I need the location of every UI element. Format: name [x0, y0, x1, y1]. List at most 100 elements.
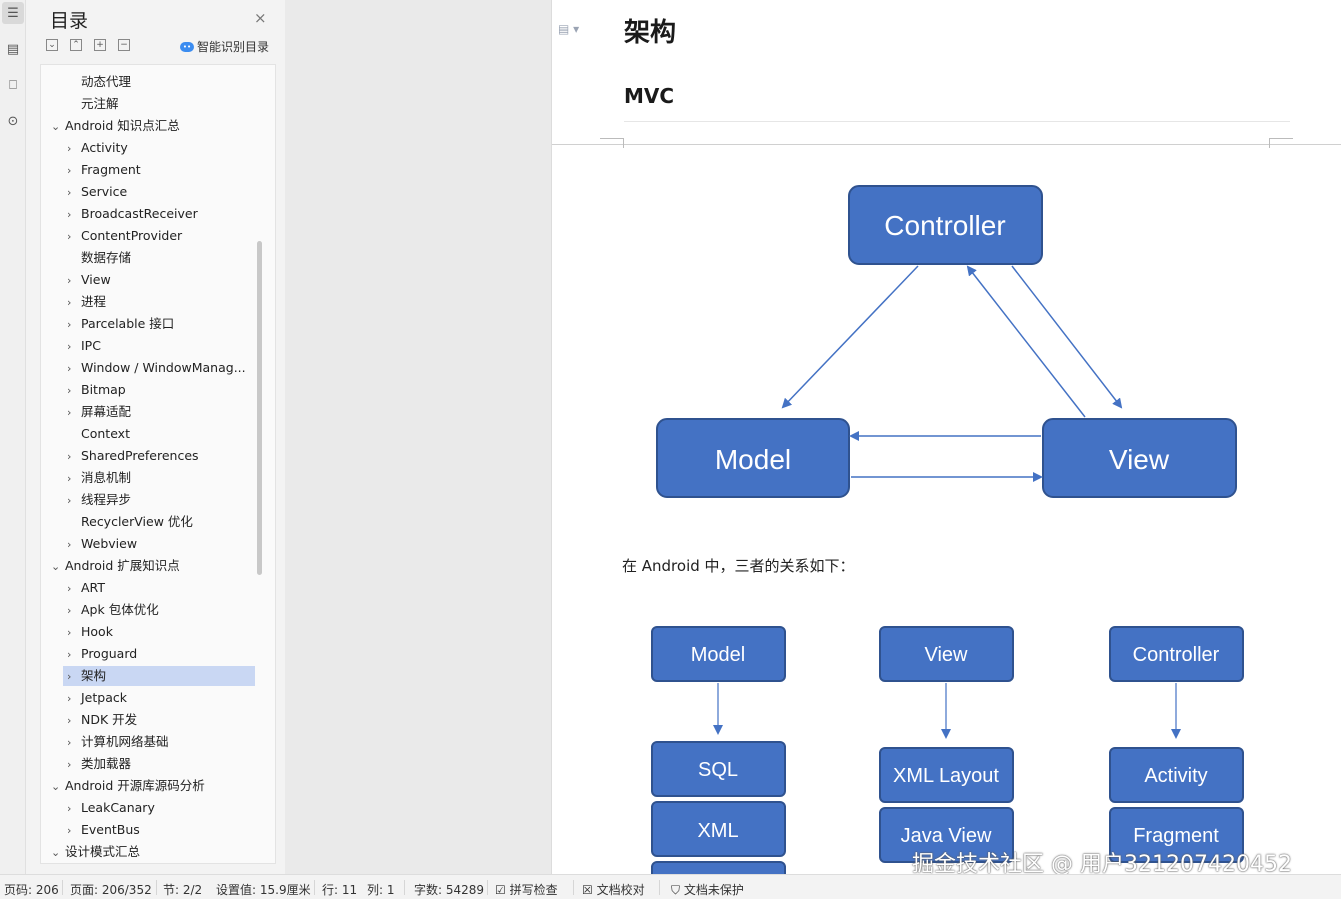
- chevron-right-icon[interactable]: ›: [67, 601, 81, 621]
- fragment-label: Fragment: [1133, 825, 1219, 847]
- outline-item[interactable]: › Bitmap: [67, 380, 126, 400]
- proofread-icon: ☒: [582, 883, 593, 897]
- chevron-right-icon[interactable]: ›: [67, 381, 81, 401]
- outline-item[interactable]: ⌄ Android 扩展知识点: [51, 556, 180, 576]
- outline-item[interactable]: › View: [67, 270, 111, 290]
- outline-item-label: Window / WindowManag...: [81, 360, 246, 375]
- chevron-right-icon[interactable]: ›: [67, 667, 81, 687]
- outline-icon[interactable]: ☰: [2, 2, 24, 24]
- chevron-right-icon[interactable]: ›: [67, 359, 81, 379]
- outline-item[interactable]: ⌄ 设计模式汇总: [51, 842, 140, 862]
- chevron-right-icon[interactable]: ›: [67, 403, 81, 423]
- chevron-right-icon[interactable]: ›: [67, 183, 81, 203]
- outline-item-label: 设计模式汇总: [65, 844, 141, 859]
- outline-item[interactable]: 数据存储: [67, 248, 131, 268]
- outline-item[interactable]: › Hook: [67, 622, 113, 642]
- outline-item[interactable]: › 类加载器: [67, 754, 131, 774]
- outline-item[interactable]: › 屏幕适配: [67, 402, 131, 422]
- outline-item[interactable]: ⌄ Android 开源库源码分析: [51, 776, 205, 796]
- expand-all-icon[interactable]: ⌄: [46, 39, 58, 51]
- outline-item-label: 线程异步: [81, 492, 132, 507]
- outline-item[interactable]: › 进程: [67, 292, 106, 312]
- outline-item[interactable]: › Proguard: [67, 644, 137, 664]
- outline-item[interactable]: › Fragment: [67, 160, 141, 180]
- chapter-icon[interactable]: ▤: [2, 38, 24, 60]
- outline-item[interactable]: › EventBus: [67, 820, 140, 840]
- outline-item[interactable]: › Activity: [67, 138, 128, 158]
- add-heading-icon[interactable]: +: [94, 39, 106, 51]
- remove-heading-icon[interactable]: −: [118, 39, 130, 51]
- chevron-right-icon[interactable]: ›: [67, 227, 81, 247]
- outline-item[interactable]: › SharedPreferences: [67, 446, 199, 466]
- spell-check-button[interactable]: ☑ 拼写检查: [495, 881, 558, 898]
- chevron-right-icon[interactable]: ›: [67, 491, 81, 511]
- chevron-right-icon[interactable]: ›: [67, 689, 81, 709]
- chevron-right-icon[interactable]: ›: [67, 579, 81, 599]
- outline-item[interactable]: Context: [67, 424, 130, 444]
- outline-item-label: IPC: [81, 338, 101, 353]
- outline-item[interactable]: › BroadcastReceiver: [67, 204, 198, 224]
- close-icon[interactable]: ×: [254, 9, 267, 27]
- outline-item[interactable]: › Window / WindowManag...: [67, 358, 246, 378]
- outline-item[interactable]: 动态代理: [67, 72, 131, 92]
- chevron-right-icon[interactable]: ›: [67, 161, 81, 181]
- status-page[interactable]: 页面: 206/352: [70, 881, 152, 898]
- outline-item[interactable]: › ContentProvider: [67, 226, 182, 246]
- chevron-right-icon[interactable]: ›: [67, 799, 81, 819]
- outline-item[interactable]: › Apk 包体优化: [67, 600, 159, 620]
- outline-item[interactable]: › Service: [67, 182, 127, 202]
- chevron-right-icon[interactable]: ›: [67, 645, 81, 665]
- chevron-right-icon[interactable]: ›: [67, 293, 81, 313]
- outline-scrollbar[interactable]: [257, 241, 262, 575]
- outline-item[interactable]: RecyclerView 优化: [67, 512, 193, 532]
- chevron-down-icon[interactable]: ⌄: [51, 777, 65, 797]
- chevron-right-icon[interactable]: ›: [67, 623, 81, 643]
- outline-item[interactable]: › Webview: [67, 534, 137, 554]
- status-words[interactable]: 字数: 54289: [414, 881, 484, 898]
- outline-item[interactable]: › 计算机网络基础: [67, 732, 169, 752]
- chevron-right-icon[interactable]: ›: [67, 469, 81, 489]
- outline-item-label: NDK 开发: [81, 712, 138, 727]
- chevron-down-icon[interactable]: ⌄: [51, 117, 65, 137]
- outline-item[interactable]: › Parcelable 接口: [67, 314, 174, 334]
- chevron-right-icon[interactable]: ›: [67, 315, 81, 335]
- outline-item[interactable]: › 架构: [63, 666, 255, 686]
- collapse-all-icon[interactable]: ⌃: [70, 39, 82, 51]
- chevron-right-icon[interactable]: ›: [67, 821, 81, 841]
- model-header-label: Model: [691, 644, 745, 666]
- outline-item[interactable]: › IPC: [67, 336, 101, 356]
- outline-item[interactable]: › 消息机制: [67, 468, 131, 488]
- chevron-right-icon[interactable]: ›: [67, 271, 81, 291]
- chevron-right-icon[interactable]: ›: [67, 733, 81, 753]
- chevron-down-icon[interactable]: ⌄: [51, 557, 65, 577]
- arrow-controller-view: [1011, 265, 1123, 409]
- chevron-right-icon[interactable]: ›: [67, 535, 81, 555]
- outline-item[interactable]: › LeakCanary: [67, 798, 155, 818]
- chevron-down-icon[interactable]: ⌄: [51, 843, 65, 863]
- proofread-button[interactable]: ☒ 文档校对: [582, 881, 645, 898]
- outline-item[interactable]: ⌄ Android 知识点汇总: [51, 116, 180, 136]
- outline-item[interactable]: › NDK 开发: [67, 710, 137, 730]
- outline-item[interactable]: › Jetpack: [67, 688, 127, 708]
- chevron-right-icon[interactable]: ›: [67, 139, 81, 159]
- outline-item-label: Fragment: [81, 162, 141, 177]
- outline-item-label: 计算机网络基础: [81, 734, 169, 749]
- status-row: 行: 11: [322, 883, 358, 897]
- find-icon[interactable]: ⊙: [2, 110, 24, 132]
- outline-item-label: LeakCanary: [81, 800, 155, 815]
- chevron-right-icon[interactable]: ›: [67, 205, 81, 225]
- outline-item-label: Proguard: [81, 646, 138, 661]
- controller-label: Controller: [884, 210, 1005, 241]
- chevron-right-icon[interactable]: ›: [67, 755, 81, 775]
- bookmark-icon[interactable]: ⎕: [2, 74, 24, 96]
- chevron-right-icon[interactable]: ›: [67, 447, 81, 467]
- outline-item-label: Bitmap: [81, 382, 126, 397]
- outline-item[interactable]: › ART: [67, 578, 105, 598]
- chevron-right-icon[interactable]: ›: [67, 337, 81, 357]
- chevron-right-icon[interactable]: ›: [67, 711, 81, 731]
- outline-item[interactable]: › 线程异步: [67, 490, 131, 510]
- outline-item[interactable]: 元注解: [67, 94, 119, 114]
- smart-toc-button[interactable]: •• 智能识别目录: [180, 38, 269, 55]
- outline-item-label: Service: [81, 184, 128, 199]
- protect-button[interactable]: ⛉ 文档未保护: [671, 881, 744, 898]
